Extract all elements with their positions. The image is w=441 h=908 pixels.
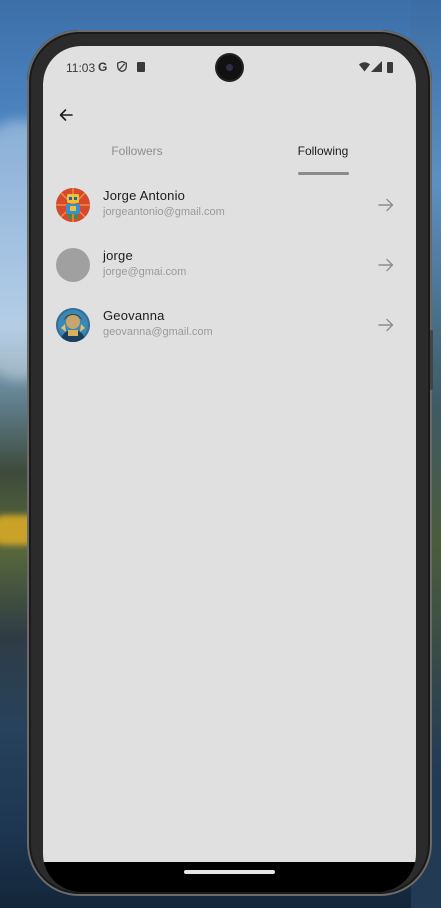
tab-bar: Followers Following <box>43 144 416 178</box>
front-camera <box>217 55 242 80</box>
character-avatar <box>56 308 90 342</box>
arrow-right-icon[interactable] <box>377 316 395 334</box>
user-name: Jorge Antonio <box>103 188 186 203</box>
list-item[interactable]: Geovanna geovanna@gmail.com <box>43 306 416 366</box>
status-time: 11:03 <box>66 61 96 75</box>
robot-avatar <box>56 188 90 222</box>
status-bar: 11:03 G <box>43 46 416 90</box>
arrow-left-icon <box>59 109 73 121</box>
tab-followers[interactable]: Followers <box>88 144 186 178</box>
app-screen: 11:03 G Followers Following Jorge Antoni… <box>43 46 416 862</box>
home-indicator[interactable] <box>184 870 275 874</box>
user-name: jorge <box>103 248 133 263</box>
arrow-right-icon[interactable] <box>377 256 395 274</box>
phone-screen: 11:03 G Followers Following Jorge Antoni… <box>43 46 416 892</box>
phone-frame: 11:03 G Followers Following Jorge Antoni… <box>27 30 433 896</box>
placeholder-avatar <box>56 248 90 282</box>
user-name: Geovanna <box>103 308 165 323</box>
back-button[interactable] <box>53 102 79 128</box>
signal-icon <box>371 61 382 72</box>
sim-card-icon <box>137 62 145 72</box>
arrow-right-icon[interactable] <box>377 196 395 214</box>
tab-indicator <box>298 172 349 175</box>
shield-icon <box>117 61 127 72</box>
wifi-icon <box>359 62 370 72</box>
user-email: geovanna@gmail.com <box>103 326 213 338</box>
user-list: Jorge Antonio jorgeantonio@gmail.com jor… <box>43 186 416 366</box>
google-icon: G <box>98 60 108 74</box>
list-item[interactable]: jorge jorge@gmai.com <box>43 246 416 306</box>
side-button <box>430 330 433 390</box>
battery-icon <box>387 62 393 73</box>
user-email: jorgeantonio@gmail.com <box>103 206 225 218</box>
list-item[interactable]: Jorge Antonio jorgeantonio@gmail.com <box>43 186 416 246</box>
user-email: jorge@gmai.com <box>103 266 187 278</box>
